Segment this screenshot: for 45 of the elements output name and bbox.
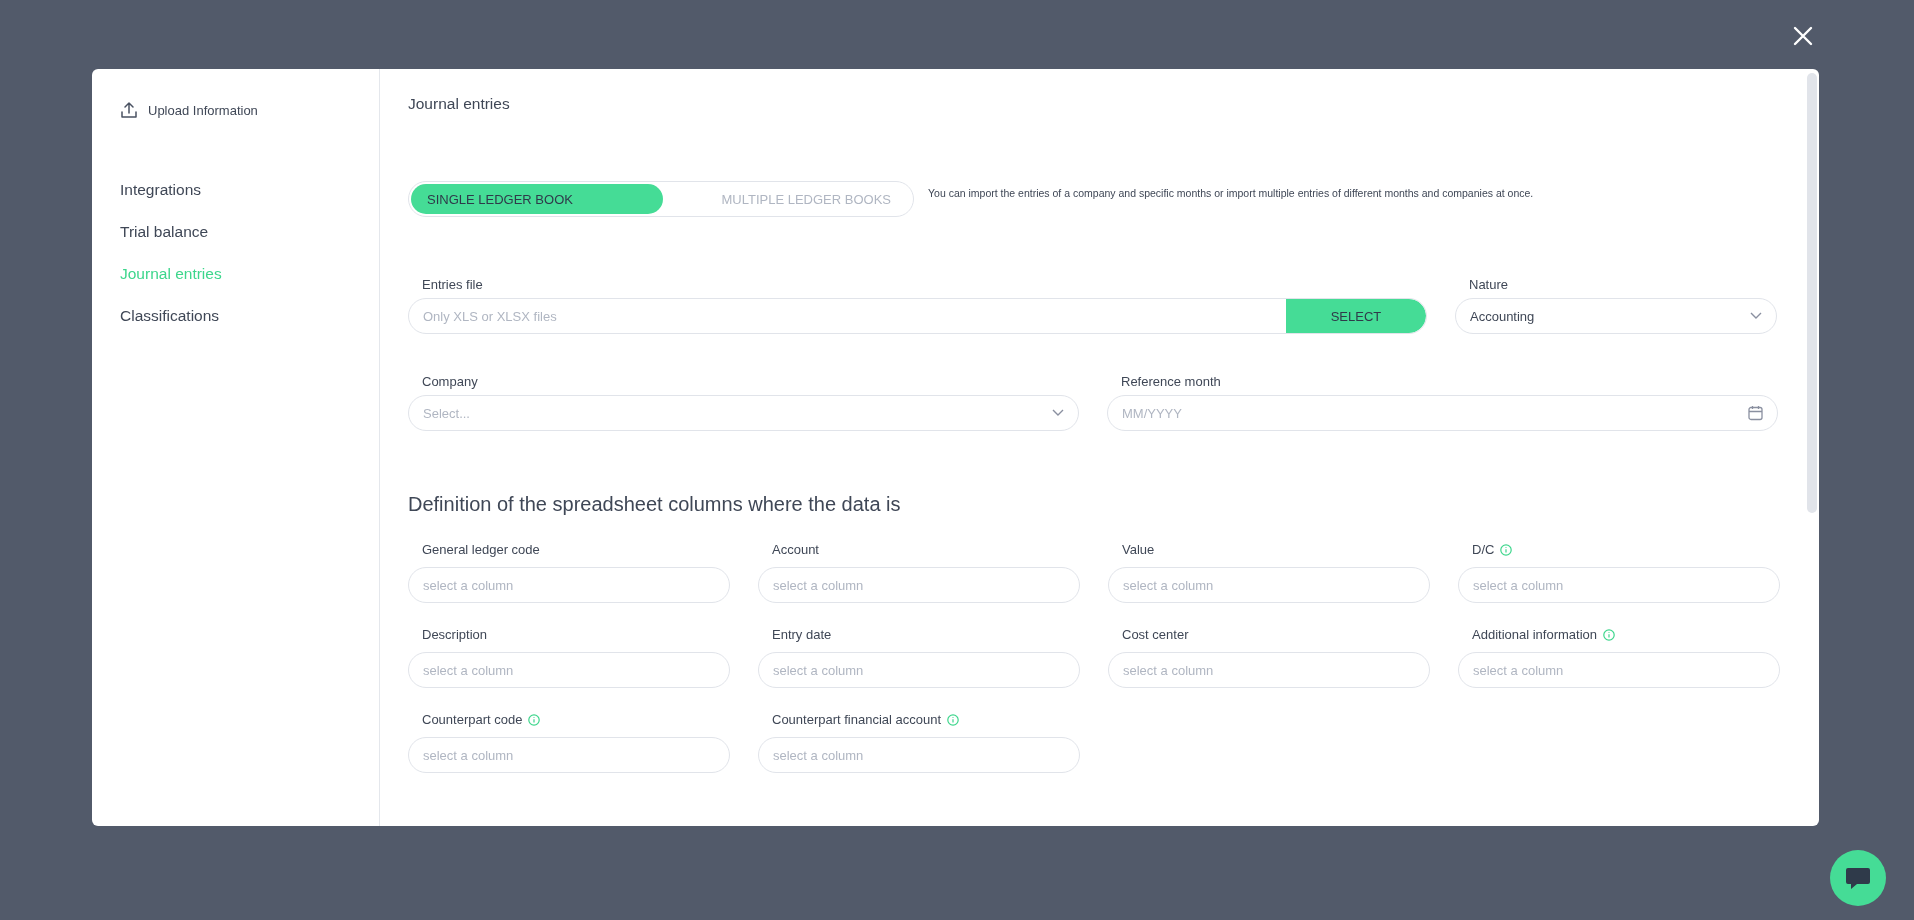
field-label: Entries file (421, 277, 484, 292)
info-icon[interactable] (1603, 628, 1616, 641)
field-label: Reference month (1120, 374, 1222, 389)
help-text: You can import the entries of a company and specific months or import multiple entries of different months and companies at once. (928, 187, 1534, 199)
field-label: Counterpart code (421, 712, 523, 727)
column-select-field[interactable]: select a column (1458, 567, 1780, 603)
column-select-field[interactable]: select a column (758, 567, 1080, 603)
field-label: D/C (1471, 542, 1495, 557)
info-icon[interactable] (1500, 543, 1513, 556)
upload-icon (120, 101, 138, 119)
column-select-field[interactable]: select a column (1458, 652, 1780, 688)
column-select-field[interactable]: select a column (758, 652, 1080, 688)
info-icon[interactable] (947, 713, 960, 726)
field-label: Additional information (1471, 627, 1598, 642)
chat-button[interactable] (1830, 850, 1886, 906)
sidebar-item[interactable]: Integrations (120, 181, 201, 199)
field-label: Description (421, 627, 488, 642)
calendar-icon (1748, 405, 1763, 421)
column-select-field[interactable]: select a column (1108, 567, 1430, 603)
close-icon[interactable] (1793, 26, 1813, 46)
chat-bubble-icon (1845, 866, 1871, 890)
column-select-field[interactable]: select a column (408, 737, 730, 773)
field-label: Value (1121, 542, 1155, 557)
column-select-field[interactable]: select a column (758, 737, 1080, 773)
column-select-field[interactable]: select a column (1108, 652, 1430, 688)
upload-label: Upload Information (148, 102, 258, 118)
field-label: Company (421, 374, 479, 389)
chevron-down-icon (1052, 409, 1064, 417)
chevron-down-icon (1750, 312, 1762, 320)
scrollbar-thumb[interactable] (1807, 73, 1817, 513)
field-label: Account (771, 542, 819, 557)
sidebar-item[interactable]: Trial balance (120, 223, 209, 241)
column-select-field[interactable]: select a column (408, 567, 730, 603)
mode-option[interactable]: SINGLE LEDGER BOOK (411, 184, 663, 214)
field-label: Nature (1468, 277, 1510, 292)
select-button[interactable]: SELECT (1286, 299, 1426, 333)
page-title: Journal entries (408, 95, 511, 113)
sidebar-item[interactable]: Classifications (120, 307, 220, 325)
info-icon[interactable] (528, 713, 541, 726)
field-label: Cost center (1121, 627, 1189, 642)
field-label: Entry date (771, 627, 832, 642)
column-select-field[interactable]: select a column (408, 652, 730, 688)
section-title: Definition of the spreadsheet columns where the data is (408, 493, 902, 516)
field-label: General ledger code (421, 542, 540, 557)
field-label: Counterpart financial account (771, 712, 942, 727)
